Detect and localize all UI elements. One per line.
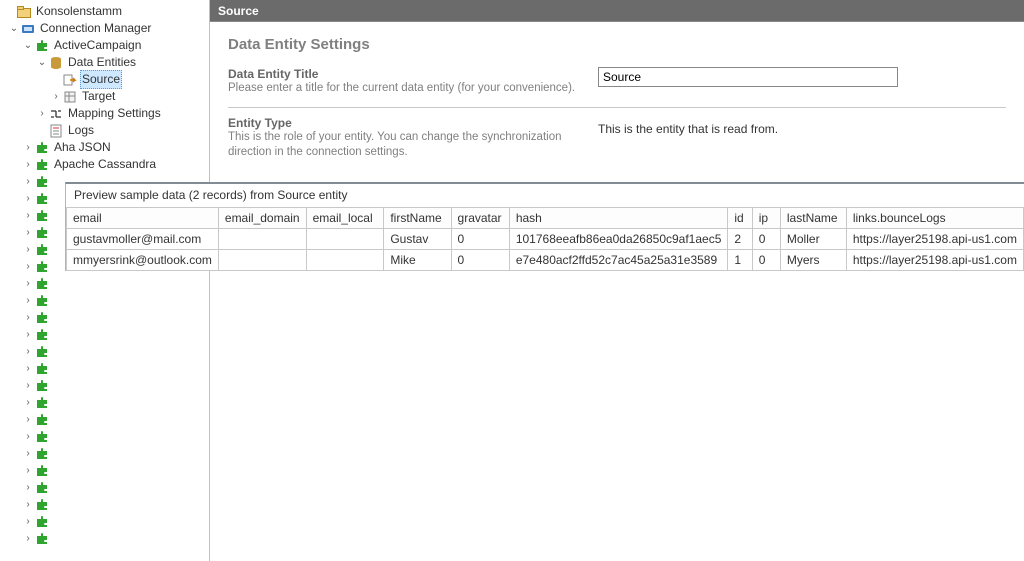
cell-email_domain <box>218 229 306 250</box>
section-heading: Data Entity Settings <box>228 36 1006 53</box>
tree-toggle[interactable]: › <box>22 139 34 156</box>
column-header-email[interactable]: email <box>67 208 219 229</box>
tree-node-collapsed[interactable]: › <box>0 343 209 360</box>
tree-node-collapsed[interactable]: › <box>0 513 209 530</box>
mapping-icon <box>48 106 64 122</box>
preview-title: Preview sample data (2 records) from Sou… <box>66 184 1024 207</box>
tree-node-connection-manager[interactable]: ⌄ Connection Manager <box>0 20 209 37</box>
cell-links: https://layer25198.api-us1.com <box>846 229 1023 250</box>
tree-node-apache-cassandra[interactable]: › Apache Cassandra <box>0 156 209 173</box>
content-title-text: Source <box>218 4 259 18</box>
field-desc-type: This is the role of your entity. You can… <box>228 130 598 161</box>
cell-hash: e7e480acf2ffd52c7ac45a25a31e3589 <box>509 250 728 271</box>
cell-email: gustavmoller@mail.com <box>67 229 219 250</box>
tree-toggle[interactable]: › <box>50 88 62 105</box>
entity-title-input[interactable] <box>598 67 898 87</box>
cell-email: mmyersrink@outlook.com <box>67 250 219 271</box>
cell-lastName: Myers <box>780 250 846 271</box>
cell-email_local <box>306 250 384 271</box>
puzzle-icon <box>34 38 50 54</box>
cell-lastName: Moller <box>780 229 846 250</box>
tree-toggle[interactable]: › <box>36 105 48 122</box>
cell-id: 1 <box>728 250 752 271</box>
connection-manager-icon <box>20 21 36 37</box>
tree-node-activecampaign[interactable]: ⌄ ActiveCampaign <box>0 37 209 54</box>
puzzle-icon <box>34 140 50 156</box>
cell-gravatar: 0 <box>451 229 509 250</box>
field-desc-title: Please enter a title for the current dat… <box>228 81 598 97</box>
logs-icon <box>48 123 64 139</box>
column-header-email_local[interactable]: email_local <box>306 208 384 229</box>
tree-node-collapsed[interactable]: › <box>0 530 209 547</box>
tree-node-collapsed[interactable]: › <box>0 309 209 326</box>
tree-node-data-entities[interactable]: ⌄ Data Entities <box>0 54 209 71</box>
content-pane: Source Data Entity Settings Data Entity … <box>210 0 1024 561</box>
cell-firstName: Mike <box>384 250 451 271</box>
column-header-gravatar[interactable]: gravatar <box>451 208 509 229</box>
source-entity-icon <box>62 72 78 88</box>
cell-gravatar: 0 <box>451 250 509 271</box>
folder-icon <box>16 4 32 20</box>
tree-node-collapsed[interactable]: › <box>0 275 209 292</box>
column-header-firstName[interactable]: firstName <box>384 208 451 229</box>
tree-pane: ▶ Konsolenstamm ⌄ Connection Manager ⌄ A… <box>0 0 210 561</box>
divider <box>228 107 1006 108</box>
preview-panel: Preview sample data (2 records) from Sou… <box>65 182 1024 271</box>
tree-node-collapsed[interactable]: › <box>0 292 209 309</box>
tree-node-collapsed[interactable]: › <box>0 496 209 513</box>
tree-node-aha-json[interactable]: › Aha JSON <box>0 139 209 156</box>
entities-icon <box>48 55 64 71</box>
tree-node-collapsed[interactable]: › <box>0 479 209 496</box>
tree-node-collapsed[interactable]: › <box>0 428 209 445</box>
table-header-row: emailemail_domainemail_localfirstNamegra… <box>67 208 1024 229</box>
tree-toggle[interactable]: ⌄ <box>36 54 48 71</box>
tree-node-collapsed[interactable]: › <box>0 377 209 394</box>
cell-email_local <box>306 229 384 250</box>
table-row[interactable]: mmyersrink@outlook.comMike0e7e480acf2ffd… <box>67 250 1024 271</box>
puzzle-icon <box>34 157 50 173</box>
tree-node-collapsed[interactable]: › <box>0 462 209 479</box>
cell-id: 2 <box>728 229 752 250</box>
content-title-bar: Source <box>210 0 1024 22</box>
entity-type-value: This is the entity that is read from. <box>598 116 1006 136</box>
preview-table: emailemail_domainemail_localfirstNamegra… <box>66 207 1024 271</box>
column-header-hash[interactable]: hash <box>509 208 728 229</box>
tree-node-mapping-settings[interactable]: › Mapping Settings <box>0 105 209 122</box>
tree-node-collapsed[interactable]: › <box>0 360 209 377</box>
tree-node-root[interactable]: ▶ Konsolenstamm <box>0 3 209 20</box>
field-label-title: Data Entity Title <box>228 67 598 81</box>
tree-node-target[interactable]: › Target <box>0 88 209 105</box>
table-row[interactable]: gustavmoller@mail.comGustav0101768eeafb8… <box>67 229 1024 250</box>
cell-ip: 0 <box>752 229 780 250</box>
tree-toggle[interactable]: › <box>22 156 34 173</box>
column-header-lastName[interactable]: lastName <box>780 208 846 229</box>
cell-links: https://layer25198.api-us1.com <box>846 250 1023 271</box>
tree-node-collapsed[interactable]: › <box>0 326 209 343</box>
tree-node-collapsed[interactable]: › <box>0 445 209 462</box>
tree-toggle[interactable]: ⌄ <box>22 37 34 54</box>
field-label-type: Entity Type <box>228 116 598 130</box>
column-header-id[interactable]: id <box>728 208 752 229</box>
tree-node-logs[interactable]: Logs <box>0 122 209 139</box>
cell-ip: 0 <box>752 250 780 271</box>
tree-node-collapsed[interactable]: › <box>0 411 209 428</box>
target-entity-icon <box>62 89 78 105</box>
tree-node-collapsed[interactable]: › <box>0 394 209 411</box>
cell-firstName: Gustav <box>384 229 451 250</box>
cell-email_domain <box>218 250 306 271</box>
column-header-ip[interactable]: ip <box>752 208 780 229</box>
cell-hash: 101768eeafb86ea0da26850c9af1aec5 <box>509 229 728 250</box>
tree-node-source[interactable]: Source <box>0 71 209 88</box>
tree-label-cass: Apache Cassandra <box>52 155 158 174</box>
tree-toggle[interactable]: ⌄ <box>8 20 20 37</box>
column-header-links[interactable]: links.bounceLogs <box>846 208 1023 229</box>
column-header-email_domain[interactable]: email_domain <box>218 208 306 229</box>
